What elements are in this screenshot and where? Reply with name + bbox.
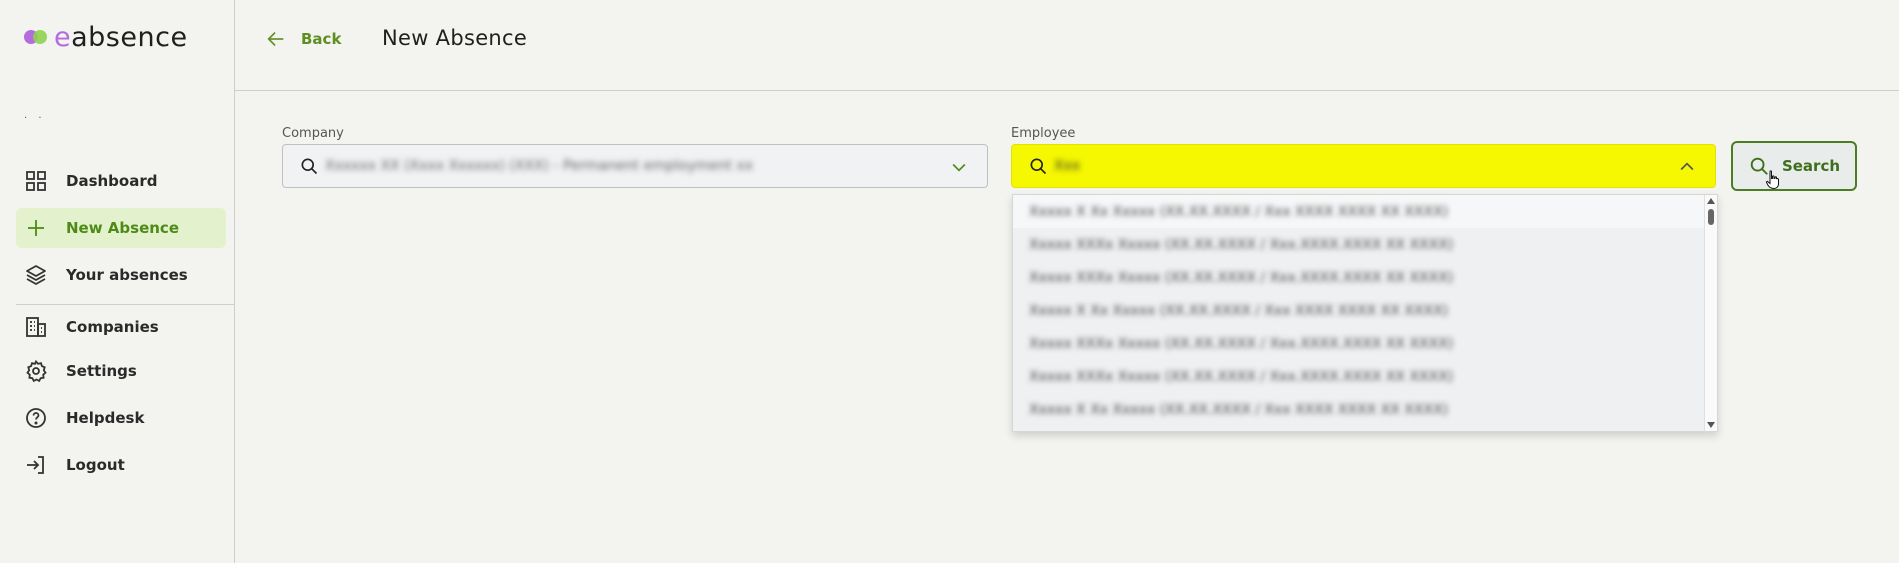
list-item[interactable]: Xxxxx X Xx Xxxxx (XX.XX.XXXX / Xxx XXXX … — [1013, 294, 1717, 327]
sidebar-item-label: Dashboard — [66, 172, 158, 190]
employee-label: Employee — [1011, 126, 1076, 141]
search-icon — [1030, 158, 1047, 175]
sidebar-item-your-absences[interactable]: Your absences — [16, 255, 226, 295]
user-info: . . — [24, 110, 46, 121]
brand-name: eabsence — [54, 21, 188, 53]
list-item[interactable]: Xxxxx XXXx Xxxxx (XX.XX.XXXX / Xxx.XXXX.… — [1013, 327, 1717, 360]
scrollbar-thumb[interactable] — [1708, 209, 1714, 225]
list-item[interactable]: Xxxxx X Xx Xxxxx (XX.XX.XXXX / Xxx XXXX … — [1013, 393, 1717, 426]
search-icon — [301, 158, 318, 175]
chevron-down-icon — [952, 163, 966, 172]
sidebar-item-label: Logout — [66, 456, 125, 474]
employee-select[interactable]: Xxx — [1011, 144, 1716, 188]
back-button[interactable]: Back — [265, 28, 341, 50]
help-icon — [26, 408, 46, 428]
sidebar-item-label: Your absences — [66, 266, 188, 284]
sidebar-item-settings[interactable]: Settings — [16, 351, 226, 391]
plus-icon — [28, 220, 44, 236]
employee-search-input[interactable]: Xxx — [1054, 158, 1080, 174]
sidebar-item-label: Helpdesk — [66, 409, 145, 427]
chevron-up-icon — [1680, 162, 1694, 171]
list-item[interactable]: Xxxxx XXXx Xxxxx (XX.XX.XXXX / Xxx.XXXX.… — [1013, 261, 1717, 294]
list-item[interactable]: Xxxxx XXXx Xxxxx (XX.XX.XXXX / Xxx.XXXX.… — [1013, 360, 1717, 393]
company-label: Company — [282, 126, 344, 141]
sidebar-item-companies[interactable]: Companies — [16, 307, 226, 347]
page-title: New Absence — [382, 26, 528, 50]
back-label: Back — [301, 30, 342, 48]
sidebar-item-dashboard[interactable]: Dashboard — [16, 161, 226, 201]
sidebar-item-helpdesk[interactable]: Helpdesk — [16, 398, 226, 438]
logo-icon — [24, 27, 48, 47]
sidebar-item-label: New Absence — [66, 219, 179, 237]
sidebar-item-label: Settings — [66, 362, 137, 380]
sidebar-nav-main: Dashboard New Absence Your absences — [16, 161, 226, 295]
dropdown-scrollbar[interactable] — [1704, 195, 1717, 431]
page-header: Back New Absence — [235, 0, 1899, 91]
sidebar-item-label: Companies — [66, 318, 159, 336]
logout-icon — [27, 456, 44, 474]
company-value: Xxxxxx XX (Xxxx Xxxxxx) (XXX) - Permanen… — [325, 158, 754, 174]
sidebar: eabsence . . Dashboard New Absence Your … — [0, 0, 235, 563]
sidebar-nav-secondary: Companies Settings Helpdesk Logout — [16, 307, 226, 485]
sidebar-divider — [16, 304, 234, 305]
layers-icon — [26, 265, 46, 285]
employee-dropdown-list[interactable]: Xxxxx X Xx Xxxxx (XX.XX.XXXX / Xxx XXXX … — [1012, 194, 1718, 432]
company-select[interactable]: Xxxxxx XX (Xxxx Xxxxxx) (XXX) - Permanen… — [282, 144, 988, 188]
building-icon — [26, 317, 46, 337]
arrow-left-icon — [267, 31, 284, 47]
list-item[interactable]: Xxxxx XXXx Xxxxx (XX.XX.XXXX / Xxx.XXXX.… — [1013, 228, 1717, 261]
scroll-up-icon[interactable] — [1707, 198, 1715, 204]
hand-cursor-icon — [1766, 170, 1779, 190]
search-button-label: Search — [1781, 157, 1841, 175]
list-item[interactable]: Xxxxx X Xx Xxxxx (XX.XX.XXXX / Xxx XXXX … — [1013, 195, 1717, 228]
scroll-down-icon[interactable] — [1707, 422, 1715, 428]
search-button[interactable]: Search — [1731, 141, 1857, 191]
sidebar-item-new-absence[interactable]: New Absence — [16, 208, 226, 248]
grid-icon — [26, 171, 46, 191]
gear-icon — [26, 359, 47, 383]
app-logo[interactable]: eabsence — [24, 20, 188, 54]
sidebar-item-logout[interactable]: Logout — [16, 445, 226, 485]
